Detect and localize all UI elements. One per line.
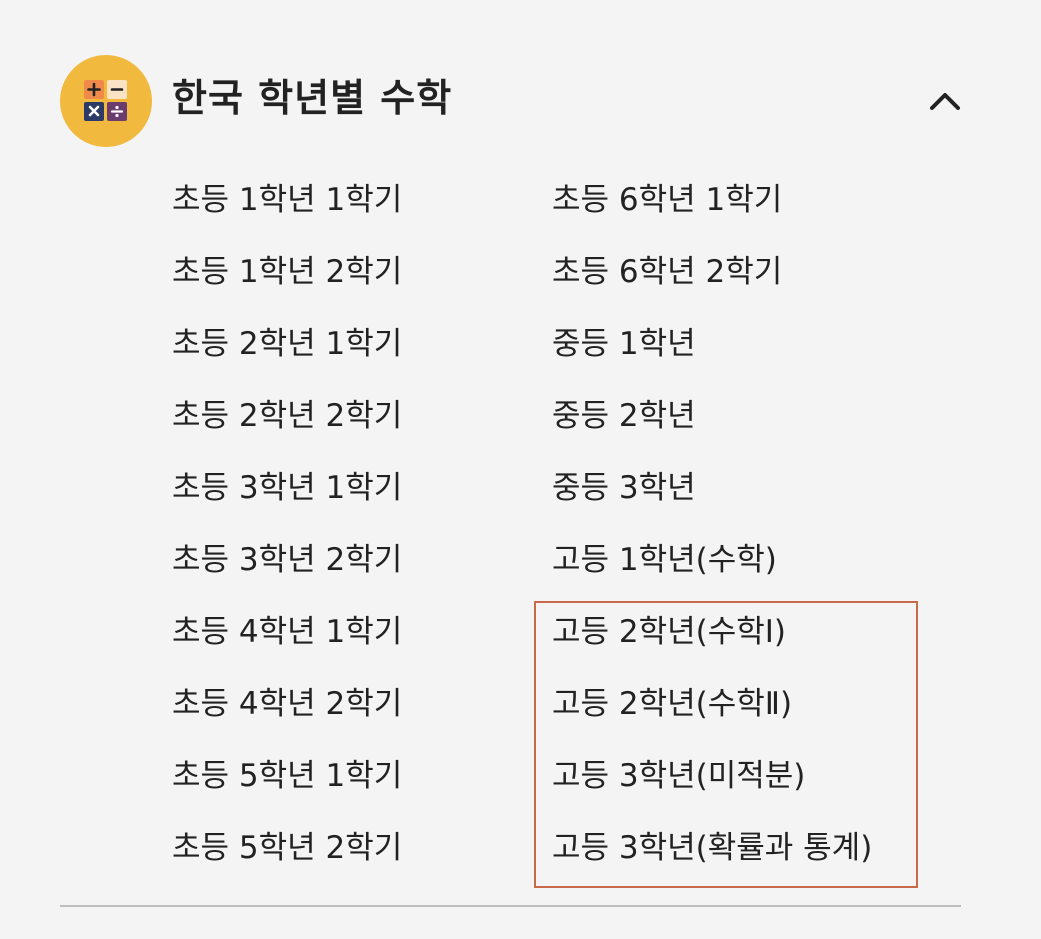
- course-link[interactable]: 중등 3학년: [552, 452, 872, 524]
- course-link[interactable]: 고등 2학년(수학Ⅱ): [552, 668, 872, 740]
- course-link[interactable]: 초등 6학년 1학기: [552, 164, 872, 236]
- course-link[interactable]: 초등 2학년 2학기: [172, 380, 402, 452]
- course-link[interactable]: 초등 4학년 2학기: [172, 668, 402, 740]
- course-link[interactable]: 초등 1학년 1학기: [172, 164, 402, 236]
- elementary-course-list: 초등 1학년 1학기 초등 1학년 2학기 초등 2학년 1학기 초등 2학년 …: [172, 164, 402, 884]
- section-divider: [60, 905, 961, 907]
- course-link[interactable]: 초등 4학년 1학기: [172, 596, 402, 668]
- course-link[interactable]: 중등 2학년: [552, 380, 872, 452]
- section-title: 한국 학년별 수학: [172, 76, 453, 120]
- course-link[interactable]: 고등 3학년(확률과 통계): [552, 812, 872, 884]
- course-link[interactable]: 초등 6학년 2학기: [552, 236, 872, 308]
- course-link[interactable]: 초등 3학년 2학기: [172, 524, 402, 596]
- math-icon-badge: [60, 55, 152, 147]
- collapse-button[interactable]: [920, 77, 970, 127]
- course-link[interactable]: 고등 2학년(수학Ⅰ): [552, 596, 872, 668]
- section-header: 한국 학년별 수학: [60, 55, 970, 147]
- course-link[interactable]: 초등 5학년 1학기: [172, 740, 402, 812]
- course-link[interactable]: 고등 1학년(수학): [552, 524, 872, 596]
- upper-course-list: 초등 6학년 1학기 초등 6학년 2학기 중등 1학년 중등 2학년 중등 3…: [552, 164, 872, 884]
- course-link[interactable]: 고등 3학년(미적분): [552, 740, 872, 812]
- course-link[interactable]: 초등 5학년 2학기: [172, 812, 402, 884]
- math-operators-icon: [84, 80, 127, 121]
- math-grade-section: 한국 학년별 수학 초등 1학년 1학기 초등 1학년 2학기 초등 2학년 1…: [0, 0, 1041, 939]
- course-link[interactable]: 초등 3학년 1학기: [172, 452, 402, 524]
- course-link[interactable]: 중등 1학년: [552, 308, 872, 380]
- course-link[interactable]: 초등 1학년 2학기: [172, 236, 402, 308]
- chevron-up-icon: [930, 93, 960, 110]
- course-link[interactable]: 초등 2학년 1학기: [172, 308, 402, 380]
